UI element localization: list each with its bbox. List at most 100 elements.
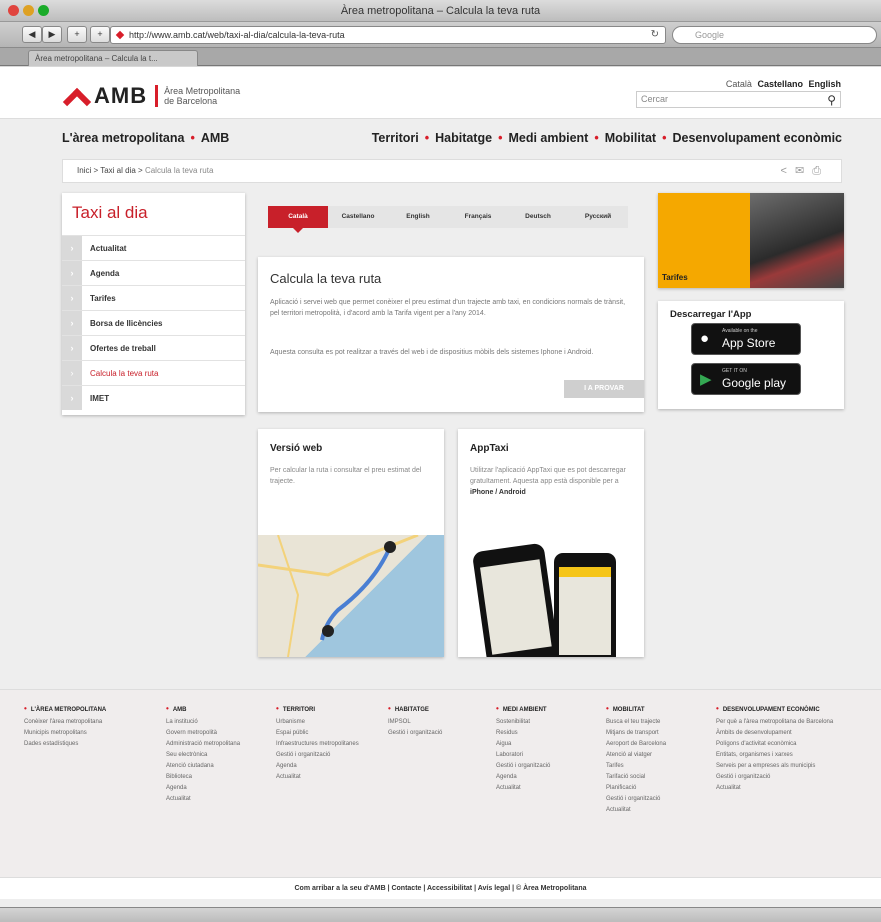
footer-link[interactable]: Administració metropolitana — [166, 740, 262, 749]
site-search-input[interactable]: Cercar ⚲ — [636, 91, 841, 108]
browser-search-field[interactable]: Google — [672, 26, 877, 44]
footer-link[interactable]: Actualitat — [276, 773, 376, 782]
lang-castellano-link[interactable]: Castellano — [757, 79, 803, 89]
footer-link[interactable]: Planificació — [606, 784, 706, 793]
footer-heading[interactable]: MOBILITAT — [606, 704, 706, 715]
nav-item-mobilitat[interactable]: Mobilitat — [605, 131, 656, 145]
sidebar-item-ofertes[interactable]: › Ofertes de treball — [62, 335, 245, 360]
footer-link[interactable]: Biblioteca — [166, 773, 262, 782]
nav-item-habitatge[interactable]: Habitatge — [435, 131, 492, 145]
footer-heading[interactable]: DESENVOLUPAMENT ECONÒMIC — [716, 704, 856, 715]
google-play-badge[interactable]: ▶ GET IT ON Google play — [691, 363, 801, 395]
tab-castellano[interactable]: Castellano — [328, 206, 388, 228]
footer-heading[interactable]: HABITATGE — [388, 704, 484, 715]
footer-link[interactable]: Laboratori — [496, 751, 596, 760]
apptaxi-card[interactable]: AppTaxi Utilitzar l'aplicació AppTaxi qu… — [458, 429, 644, 657]
footer-link[interactable]: Atenció al viatger — [606, 751, 706, 760]
sidebar-item-borsa[interactable]: › Borsa de llicències — [62, 310, 245, 335]
breadcrumb-home[interactable]: Inici — [77, 166, 91, 175]
footer-heading[interactable]: MEDI AMBIENT — [496, 704, 596, 715]
sidebar-item-actualitat[interactable]: › Actualitat — [62, 235, 245, 260]
footer-link[interactable]: Entitats, organismes i xarxes — [716, 751, 856, 760]
footer-link[interactable]: Àmbits de desenvolupament — [716, 729, 856, 738]
tab-deutsch[interactable]: Deutsch — [508, 206, 568, 228]
footer-link[interactable]: Serveis per a empreses als municipis — [716, 762, 856, 771]
search-icon[interactable]: ⚲ — [827, 93, 836, 108]
sidebar-item-calcula[interactable]: › Calcula la teva ruta — [62, 360, 245, 385]
footer-heading[interactable]: AMB — [166, 704, 262, 715]
minimize-window-button[interactable] — [23, 5, 34, 16]
new-tab-button[interactable]: + — [90, 26, 110, 43]
footer-link[interactable]: Actualitat — [716, 784, 856, 793]
footer-bottom-links[interactable]: Com arribar a la seu d'AMB | Contacte | … — [0, 877, 881, 899]
nav-item-desenvolupament[interactable]: Desenvolupament econòmic — [673, 131, 843, 145]
footer-link[interactable]: Govern metropolità — [166, 729, 262, 738]
footer-link[interactable]: Gestió i organització — [496, 762, 596, 771]
footer-link[interactable]: Aeroport de Barcelona — [606, 740, 706, 749]
print-icon[interactable]: ⎙ — [812, 165, 829, 177]
footer-heading[interactable]: L'ÀREA METROPOLITANA — [24, 704, 154, 715]
footer-link[interactable]: Atenció ciutadana — [166, 762, 262, 771]
tab-russian[interactable]: Русский — [568, 206, 628, 228]
zoom-window-button[interactable] — [38, 5, 49, 16]
chevron-right-icon: › — [62, 286, 82, 310]
amb-logo[interactable]: AMB Àrea Metropolitana de Barcelona — [62, 83, 240, 109]
footer-link[interactable]: Conèixer l'àrea metropolitana — [24, 718, 154, 727]
sidebar-item-agenda[interactable]: › Agenda — [62, 260, 245, 285]
breadcrumb-taxi[interactable]: Taxi al dia — [100, 166, 136, 175]
footer-link[interactable]: Actualitat — [496, 784, 596, 793]
footer-link[interactable]: Actualitat — [606, 806, 706, 815]
footer-link[interactable]: Residus — [496, 729, 596, 738]
forward-button[interactable]: ▶ — [42, 26, 62, 43]
reload-icon[interactable]: ↻ — [651, 27, 659, 43]
footer-heading[interactable]: TERRITORI — [276, 704, 376, 715]
nav-item-area-metropolitana[interactable]: L'àrea metropolitana — [62, 131, 184, 145]
back-button[interactable]: ◀ — [22, 26, 42, 43]
tab-catala[interactable]: Català — [268, 206, 328, 233]
footer-link[interactable]: Sostenibilitat — [496, 718, 596, 727]
nav-item-medi-ambient[interactable]: Medi ambient — [508, 131, 588, 145]
footer-link[interactable]: Urbanisme — [276, 718, 376, 727]
lang-english-link[interactable]: English — [808, 79, 841, 89]
footer-link[interactable]: Gestió i organització — [716, 773, 856, 782]
lang-catala-link[interactable]: Català — [726, 79, 752, 89]
footer-link[interactable]: Dades estadístiques — [24, 740, 154, 749]
footer-link[interactable]: Per què a l'àrea metropolitana de Barcel… — [716, 718, 856, 727]
footer-link[interactable]: Busca el teu trajecte — [606, 718, 706, 727]
footer-link[interactable]: Tarifes — [606, 762, 706, 771]
close-window-button[interactable] — [8, 5, 19, 16]
tab-english[interactable]: English — [388, 206, 448, 228]
web-version-card[interactable]: Versió web Per calcular la ruta i consul… — [258, 429, 444, 657]
share-icon[interactable]: < — [781, 165, 795, 177]
footer-link[interactable]: IMPSOL — [388, 718, 484, 727]
breadcrumb-separator: > — [138, 166, 145, 175]
nav-item-territori[interactable]: Territori — [372, 131, 419, 145]
footer-link[interactable]: Agenda — [496, 773, 596, 782]
footer-link[interactable]: Actualitat — [166, 795, 262, 804]
footer-link[interactable]: Mitjans de transport — [606, 729, 706, 738]
footer-link[interactable]: Gestió i organització — [606, 795, 706, 804]
footer-link[interactable]: Tarifació social — [606, 773, 706, 782]
tarifes-promo[interactable]: Tarifes — [658, 193, 844, 288]
footer-link[interactable]: Seu electrònica — [166, 751, 262, 760]
footer-link[interactable]: Infraestructures metropolitanes — [276, 740, 376, 749]
footer-link[interactable]: La institució — [166, 718, 262, 727]
address-bar[interactable]: http://www.amb.cat/web/taxi-al-dia/calcu… — [110, 26, 666, 44]
footer-link[interactable]: Polígons d'activitat econòmica — [716, 740, 856, 749]
browser-tab[interactable]: Àrea metropolitana – Calcula la t... — [28, 50, 198, 66]
nav-item-amb[interactable]: AMB — [201, 131, 229, 145]
footer-link[interactable]: Espai públic — [276, 729, 376, 738]
app-store-badge[interactable]: ● Available on the App Store — [691, 323, 801, 355]
footer-link[interactable]: Aigua — [496, 740, 596, 749]
footer-link[interactable]: Municipis metropolitans — [24, 729, 154, 738]
sidebar-item-imet[interactable]: › IMET — [62, 385, 245, 410]
footer-link[interactable]: Agenda — [276, 762, 376, 771]
footer-link[interactable]: Gestió i organització — [388, 729, 484, 738]
footer-link[interactable]: Agenda — [166, 784, 262, 793]
mail-icon[interactable]: ✉ — [795, 165, 812, 177]
footer-link[interactable]: Gestió i organització — [276, 751, 376, 760]
sidebar-item-tarifes[interactable]: › Tarifes — [62, 285, 245, 310]
add-bookmark-button[interactable]: + — [67, 26, 87, 43]
tab-francais[interactable]: Français — [448, 206, 508, 228]
try-button[interactable]: I A PROVAR — [564, 380, 644, 398]
